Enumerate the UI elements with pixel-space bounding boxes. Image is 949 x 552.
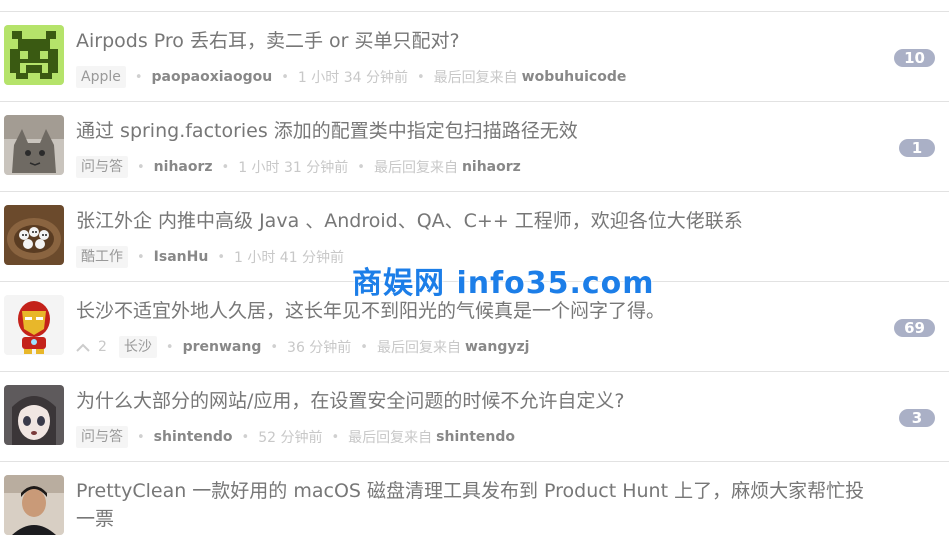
list-top-divider	[0, 0, 949, 12]
avatar[interactable]	[4, 205, 64, 265]
last-reply-label: 最后回复来自	[376, 340, 461, 356]
author-link[interactable]: IsanHu	[154, 249, 209, 265]
topic-title-link[interactable]: 张江外企 内推中高级 Java 、Android、QA、C++ 工程师，欢迎各位…	[76, 207, 856, 235]
vote-count: 2	[98, 339, 107, 355]
node-tag[interactable]: 长沙	[118, 336, 157, 358]
last-reply-label: 最后回复来自	[433, 70, 518, 86]
cat-photo-avatar-icon	[4, 115, 64, 175]
post-time: 1 小时 31 分钟前	[238, 160, 349, 176]
bird-nest-avatar-icon	[4, 205, 64, 265]
separator-dot: •	[416, 69, 425, 85]
topic-meta: Apple • paopaoxiaogou • 1 小时 34 分钟前 • 最后…	[76, 64, 626, 90]
post-time: 36 分钟前	[287, 340, 352, 356]
avatar[interactable]	[4, 385, 64, 445]
iron-man-avatar-icon	[4, 295, 64, 355]
post-time: 52 分钟前	[258, 430, 323, 446]
person-photo-avatar-icon	[4, 475, 64, 535]
post-time: 1 小时 41 分钟前	[233, 250, 345, 266]
node-tag[interactable]: Apple	[76, 66, 126, 88]
separator-dot: •	[281, 69, 289, 85]
separator-dot: •	[137, 159, 145, 175]
separator-dot: •	[137, 429, 145, 445]
watermark-text: 商娱网 info35.com	[352, 266, 655, 301]
separator-dot: •	[217, 249, 225, 265]
topic-meta: 酷工作 • IsanHu • 1 小时 41 分钟前	[76, 244, 344, 270]
last-reply-user-link[interactable]: nihaorz	[462, 159, 521, 175]
anime-girl-avatar-icon	[4, 385, 64, 445]
topic-row: PrettyClean 一款好用的 macOS 磁盘清理工具发布到 Produc…	[0, 462, 949, 552]
topic-meta: 问与答 • nihaorz • 1 小时 31 分钟前 • 最后回复来自 nih…	[76, 154, 521, 180]
separator-dot: •	[137, 249, 145, 265]
last-reply-user-link[interactable]: wangyzj	[465, 339, 529, 355]
post-time: 1 小时 34 分钟前	[297, 70, 408, 86]
topic-title-link[interactable]: PrettyClean 一款好用的 macOS 磁盘清理工具发布到 Produc…	[76, 477, 866, 533]
topic-title-link[interactable]: 为什么大部分的网站/应用，在设置安全问题的时候不允许自定义?	[76, 387, 856, 415]
separator-dot: •	[357, 159, 365, 175]
upvote-button[interactable]: 2	[76, 339, 107, 355]
author-link[interactable]: paopaoxiaogou	[152, 69, 273, 85]
topic-row: Airpods Pro 丢右耳，卖二手 or 买单只配对? Apple • pa…	[0, 12, 949, 102]
separator-dot: •	[360, 339, 368, 355]
separator-dot: •	[331, 429, 340, 445]
reply-count-badge[interactable]: 69	[894, 319, 935, 337]
reply-count-badge[interactable]: 10	[894, 49, 935, 67]
separator-dot: •	[165, 339, 174, 355]
node-tag[interactable]: 问与答	[76, 156, 128, 178]
separator-dot: •	[134, 69, 143, 85]
separator-dot: •	[241, 429, 250, 445]
reply-count-badge[interactable]: 3	[899, 409, 935, 427]
node-tag[interactable]: 问与答	[76, 426, 128, 448]
topic-meta: 问与答 • shintendo • 52 分钟前 • 最后回复来自 shinte…	[76, 424, 515, 450]
avatar[interactable]	[4, 295, 64, 355]
pixel-invader-avatar-icon	[4, 25, 64, 85]
node-tag[interactable]: 酷工作	[76, 246, 128, 268]
topic-title-link[interactable]: 通过 spring.factories 添加的配置类中指定包扫描路径无效	[76, 117, 856, 145]
avatar[interactable]	[4, 25, 64, 85]
topic-row: 为什么大部分的网站/应用，在设置安全问题的时候不允许自定义? 问与答 • shi…	[0, 372, 949, 462]
avatar[interactable]	[4, 115, 64, 175]
separator-dot: •	[270, 339, 279, 355]
separator-dot: •	[221, 159, 230, 175]
author-link[interactable]: shintendo	[154, 429, 233, 445]
author-link[interactable]: prenwang	[183, 339, 262, 355]
last-reply-label: 最后回复来自	[373, 160, 458, 176]
chevron-up-icon	[76, 343, 90, 352]
topic-meta: 2 长沙 • prenwang • 36 分钟前 • 最后回复来自 wangyz…	[76, 334, 529, 360]
last-reply-user-link[interactable]: shintendo	[436, 429, 515, 445]
topic-row: 通过 spring.factories 添加的配置类中指定包扫描路径无效 问与答…	[0, 102, 949, 192]
author-link[interactable]: nihaorz	[154, 159, 213, 175]
avatar[interactable]	[4, 475, 64, 535]
topic-title-link[interactable]: Airpods Pro 丢右耳，卖二手 or 买单只配对?	[76, 27, 856, 55]
last-reply-user-link[interactable]: wobuhuicode	[522, 69, 627, 85]
reply-count-badge[interactable]: 1	[899, 139, 935, 157]
last-reply-label: 最后回复来自	[348, 430, 433, 446]
